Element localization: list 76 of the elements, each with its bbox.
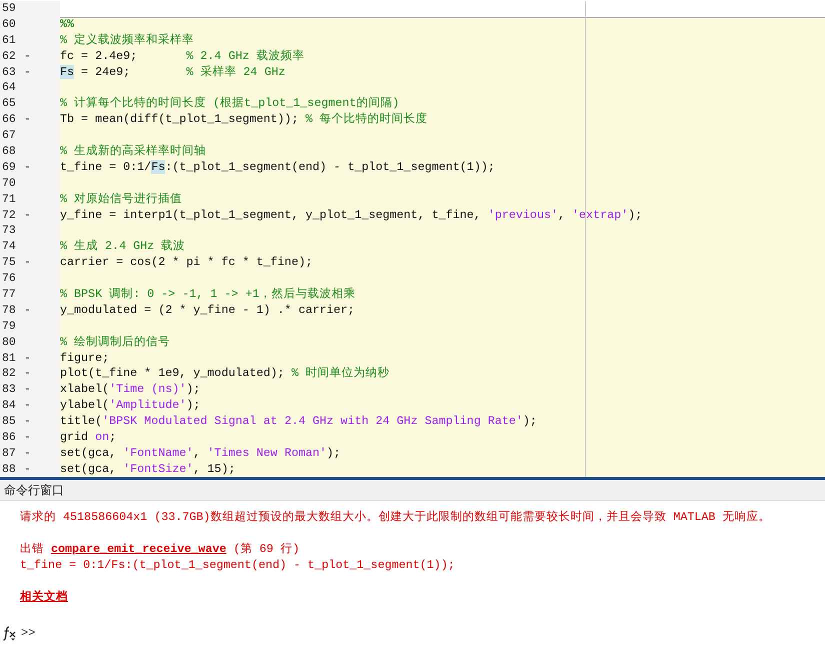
line-number: 77 xyxy=(1,287,17,303)
breakpoint-marker[interactable]: - xyxy=(24,64,31,80)
breakpoint-marker[interactable]: - xyxy=(24,430,31,446)
line-number: 67 xyxy=(1,128,17,144)
documentation-link[interactable]: 相关文档 xyxy=(20,590,68,604)
line-number: 85 xyxy=(1,414,17,430)
code-line: % 对原始信号进行插值 xyxy=(60,192,182,206)
line-number: 74 xyxy=(1,239,17,256)
code-line: %% xyxy=(60,16,74,31)
line-number: 80 xyxy=(1,334,17,351)
code-line: y_fine = interp1(t_plot_1_segment, y_plot_1_segment, t_fine, 'previous', 'extrap'); xyxy=(60,208,642,222)
breakpoint-marker[interactable]: - xyxy=(24,302,31,319)
line-number: 87 xyxy=(1,446,17,462)
code-line: plot(t_fine * 1e9, y_modulated); % 时间单位为纳秒 xyxy=(60,366,390,380)
code-line: % 计算每个比特的时间长度 (根据t_plot_1_segment的间隔) xyxy=(60,96,400,110)
breakpoint-marker[interactable]: - xyxy=(24,208,31,224)
code-line: % BPSK 调制: 0 -> -1, 1 -> +1，然后与载波相乘 xyxy=(60,287,356,302)
line-number: 81 xyxy=(1,350,17,366)
error-location: 出错 compare_emit_receive_wave (第 69 行) xyxy=(20,541,300,557)
line-number: 84 xyxy=(1,398,17,414)
breakpoint-marker[interactable]: - xyxy=(24,366,31,382)
code-line: t_fine = 0:1/Fs:(t_plot_1_segment(end) - t_plot_1_segment(1)); xyxy=(60,160,495,174)
line-number: 70 xyxy=(1,176,17,192)
code-line: Fs = 24e9; % 采样率 24 GHz xyxy=(60,64,286,79)
breakpoint-marker[interactable]: - xyxy=(24,255,31,272)
code-line: % 绘制调制后的信号 xyxy=(60,334,170,349)
code-line: y_modulated = (2 * y_fine - 1) .* carrier; xyxy=(60,302,355,317)
code-line: xlabel('Time (ns)'); xyxy=(60,382,200,396)
line-number: 68 xyxy=(1,144,17,160)
code-line: set(gca, 'FontName', 'Times New Roman'); xyxy=(60,446,341,460)
breakpoint-marker[interactable]: - xyxy=(24,414,31,430)
code-line: % 生成新的高采样率时间轴 xyxy=(60,144,206,158)
breakpoint-marker[interactable]: - xyxy=(24,382,31,398)
code-line: ylabel('Amplitude'); xyxy=(60,398,200,412)
function-link[interactable]: compare_emit_receive_wave xyxy=(51,542,226,556)
line-number: 72 xyxy=(1,208,17,224)
breakpoint-marker[interactable]: - xyxy=(24,446,31,462)
error-code-line: t_fine = 0:1/Fs:(t_plot_1_segment(end) - t_plot_1_segment(1)); xyxy=(20,557,456,573)
line-number: 64 xyxy=(1,80,17,96)
line-number: 88 xyxy=(1,462,17,477)
breakpoint-marker[interactable]: - xyxy=(24,462,31,477)
line-number: 60 xyxy=(1,16,17,33)
error-message: 请求的 4518586604x1 (33.7GB)数组超过预设的最大数组大小。创建大于此限制的数组可能需要较长时间，并且会导致 MATLAB 无响应。 xyxy=(20,509,772,525)
breakpoint-marker[interactable]: - xyxy=(24,350,31,366)
code-line: % 定义载波频率和采样率 xyxy=(60,32,194,47)
line-number: 83 xyxy=(1,382,17,398)
line-number: 76 xyxy=(1,271,17,288)
line-number: 66 xyxy=(1,112,17,128)
breakpoint-marker[interactable]: - xyxy=(24,48,31,65)
line-number: 59 xyxy=(1,1,17,17)
function-icon[interactable] xyxy=(3,625,17,641)
line-number: 73 xyxy=(1,223,17,240)
line-number: 69 xyxy=(1,160,17,176)
code-line: title('BPSK Modulated Signal at 2.4 GHz with 24 GHz Sampling Rate'); xyxy=(60,414,537,428)
code-line: grid on; xyxy=(60,430,116,444)
line-number: 71 xyxy=(1,192,17,208)
code-line: % 生成 2.4 GHz 载波 xyxy=(60,239,186,254)
code-line: Tb = mean(diff(t_plot_1_segment)); % 每个比特的时间长度 xyxy=(60,112,428,126)
breakpoint-marker[interactable]: - xyxy=(24,112,31,128)
code-line: figure; xyxy=(60,350,110,365)
panel-title: 命令行窗口 xyxy=(4,483,64,497)
code-line: carrier = cos(2 * pi * fc * t_fine); xyxy=(60,255,312,270)
breakpoint-marker[interactable]: - xyxy=(24,160,31,176)
line-number: 61 xyxy=(1,32,17,49)
line-number: 82 xyxy=(1,366,17,382)
line-number: 65 xyxy=(1,96,17,112)
code-line: set(gca, 'FontSize', 15); xyxy=(60,462,236,476)
line-number: 86 xyxy=(1,430,17,446)
line-number: 75 xyxy=(1,255,17,272)
code-line: fc = 2.4e9; % 2.4 GHz 载波频率 xyxy=(60,48,304,63)
line-number: 63 xyxy=(1,64,17,80)
breakpoint-marker[interactable]: - xyxy=(24,398,31,414)
line-number: 62 xyxy=(1,48,17,65)
command-prompt[interactable]: >> xyxy=(21,626,36,640)
line-number: 79 xyxy=(1,318,17,335)
line-number: 78 xyxy=(1,302,17,319)
